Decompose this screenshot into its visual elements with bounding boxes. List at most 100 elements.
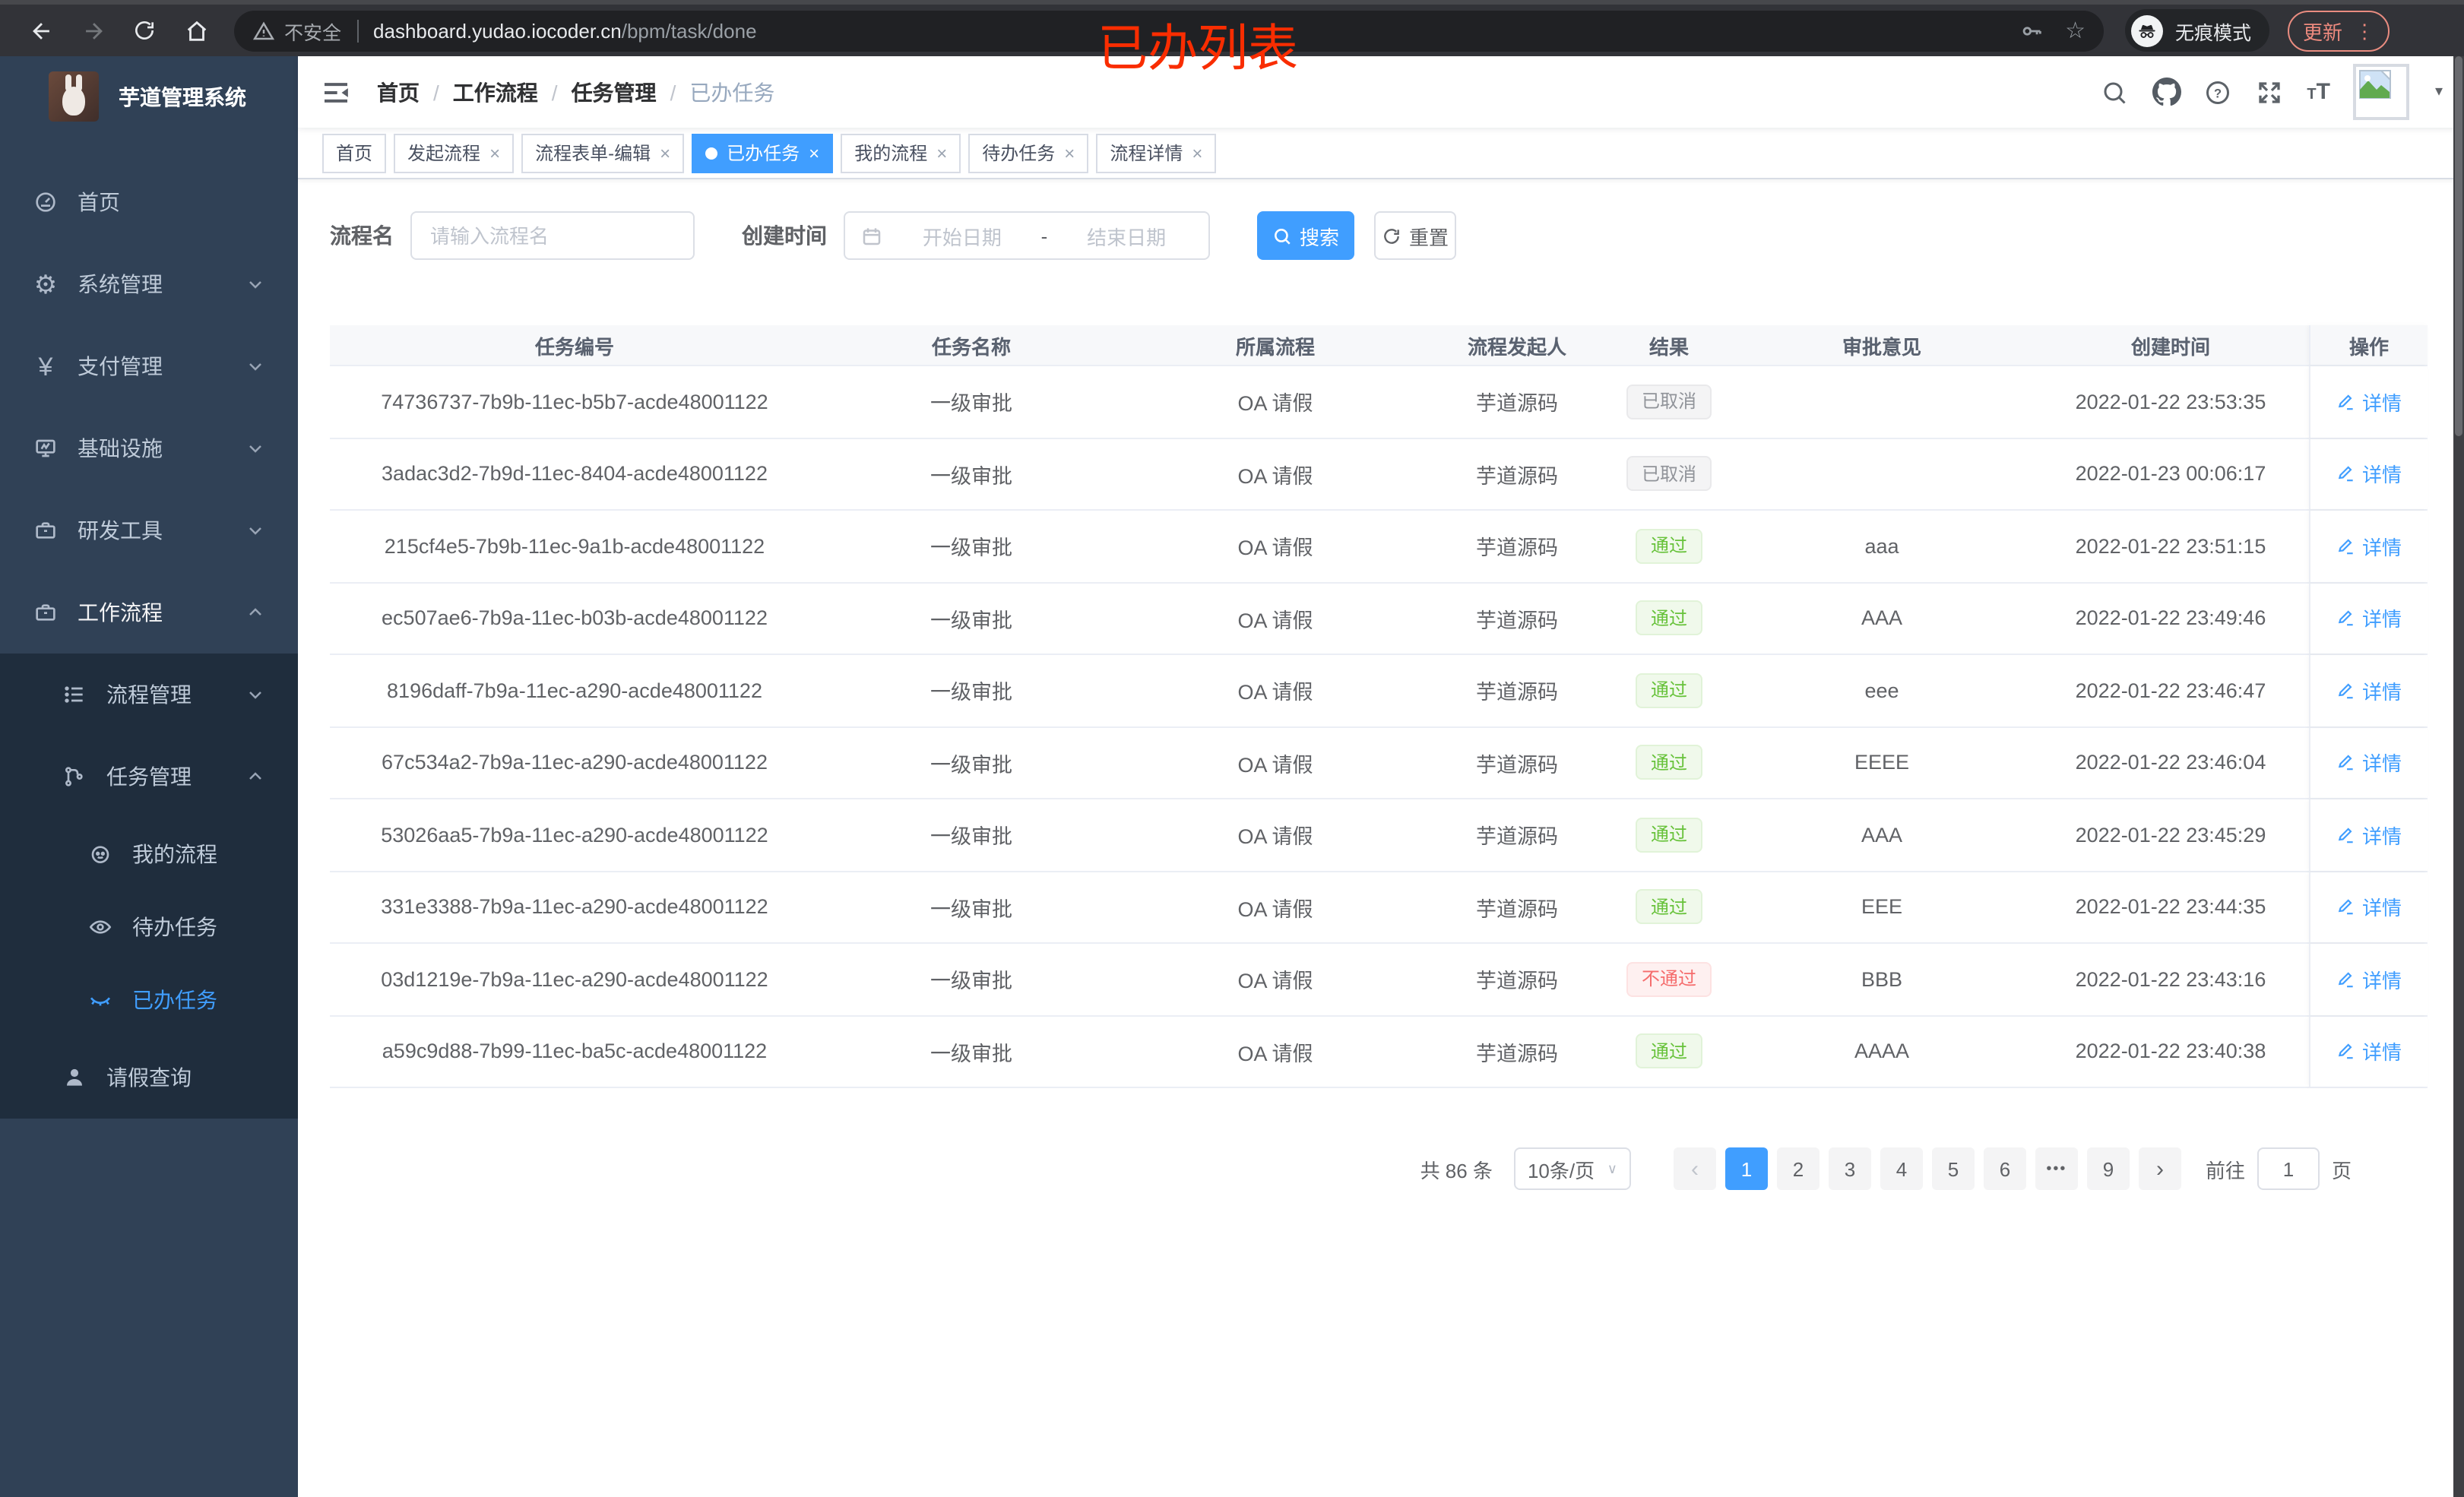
detail-link[interactable]: 详情 <box>2336 676 2402 705</box>
goto-page-input[interactable] <box>2257 1147 2320 1190</box>
close-icon[interactable]: × <box>1064 144 1075 162</box>
page-button-6[interactable]: 6 <box>1983 1147 2026 1190</box>
sidebar-item-infrastructure[interactable]: 基础设施 <box>0 407 298 489</box>
start-date-placeholder[interactable]: 开始日期 <box>895 221 1029 250</box>
close-icon[interactable]: × <box>660 144 670 162</box>
tab-my-process[interactable]: 我的流程 × <box>841 133 961 172</box>
key-icon[interactable] <box>2018 17 2044 43</box>
app-window: 芋道管理系统 首页 ⚙ 系统管理 ¥ 支付管理 基础设施 研发工具 工作流程 流… <box>0 56 2464 1497</box>
tab-form-edit[interactable]: 流程表单-编辑 × <box>521 133 685 172</box>
breadcrumb-home[interactable]: 首页 <box>377 77 420 107</box>
tab-done-tasks[interactable]: 已办任务 × <box>692 133 834 172</box>
breadcrumb-separator: / <box>551 80 558 104</box>
cell-starter: 芋道源码 <box>1476 970 1558 993</box>
url-path[interactable]: /bpm/task/done <box>622 19 757 42</box>
sidebar-item-todo-tasks[interactable]: 待办任务 <box>0 891 298 964</box>
page-button-9[interactable]: 9 <box>2086 1147 2130 1190</box>
chevron-down-icon: ∨ <box>1607 1160 1617 1176</box>
table-row: 215cf4e5-7b9b-11ec-9a1b-acde48001122 一级审… <box>330 511 2428 583</box>
dashboard-icon <box>36 192 55 212</box>
close-icon[interactable]: × <box>1192 144 1202 162</box>
scrollbar-thumb[interactable] <box>2455 56 2462 436</box>
sidebar-item-done-tasks[interactable]: 已办任务 <box>0 964 298 1037</box>
detail-link[interactable]: 详情 <box>2336 965 2402 994</box>
tab-todo-tasks[interactable]: 待办任务 × <box>968 133 1089 172</box>
tab-home[interactable]: 首页 <box>322 133 387 172</box>
sidebar-item-leave-query[interactable]: 请假查询 <box>0 1037 298 1119</box>
breadcrumb: 首页 / 工作流程 / 任务管理 / 已办任务 <box>377 77 774 107</box>
close-icon[interactable]: × <box>489 144 500 162</box>
process-name-input[interactable] <box>410 211 695 260</box>
detail-link[interactable]: 详情 <box>2336 532 2402 561</box>
security-label[interactable]: 不安全 <box>284 16 341 45</box>
date-range-picker[interactable]: 开始日期 - 结束日期 <box>844 211 1210 260</box>
result-badge: 通过 <box>1635 673 1702 708</box>
cell-comment: EEE <box>1861 895 1902 919</box>
breadcrumb-workflow[interactable]: 工作流程 <box>453 77 538 107</box>
page-button-3[interactable]: 3 <box>1828 1147 1871 1190</box>
home-icon <box>186 20 206 40</box>
close-icon[interactable]: × <box>936 144 947 162</box>
url-separator <box>356 19 359 42</box>
breadcrumb-task-mgmt[interactable]: 任务管理 <box>572 77 657 107</box>
app-logo-row[interactable]: 芋道管理系统 <box>0 56 298 137</box>
reset-button[interactable]: 重置 <box>1374 211 1456 260</box>
table-row: ec507ae6-7b9a-11ec-b03b-acde48001122 一级审… <box>330 583 2428 655</box>
table-row: 331e3388-7b9a-11ec-a290-acde48001122 一级审… <box>330 872 2428 944</box>
update-label[interactable]: 更新 <box>2303 16 2342 45</box>
detail-link[interactable]: 详情 <box>2336 1037 2402 1066</box>
browser-home-button[interactable] <box>170 9 222 52</box>
chevron-down-icon <box>249 527 261 535</box>
page-button-2[interactable]: 2 <box>1776 1147 1819 1190</box>
bookmark-star-icon[interactable]: ☆ <box>2065 17 2086 44</box>
tab-process-detail[interactable]: 流程详情 × <box>1096 133 1217 172</box>
detail-link[interactable]: 详情 <box>2336 460 2402 489</box>
search-icon <box>1275 228 1291 244</box>
browser-menu-icon[interactable]: ⋮ <box>2355 21 2374 40</box>
detail-link[interactable]: 详情 <box>2336 748 2402 777</box>
github-link[interactable] <box>2152 78 2181 106</box>
page-size-select[interactable]: 10条/页 ∨ <box>1513 1147 1631 1190</box>
cell-process: OA 请假 <box>1237 609 1313 632</box>
search-button[interactable]: 搜索 <box>1257 211 1354 260</box>
url-host[interactable]: dashboard.yudao.iocoder.cn <box>373 19 622 42</box>
sidebar-item-workflow[interactable]: 工作流程 <box>0 571 298 654</box>
create-time-label: 创建时间 <box>742 223 827 248</box>
next-page-button[interactable]: › <box>2138 1147 2181 1190</box>
fullscreen-button[interactable] <box>2255 78 2284 106</box>
sidebar-item-my-process[interactable]: 我的流程 <box>0 818 298 891</box>
page-button-4[interactable]: 4 <box>1880 1147 1923 1190</box>
page-button-1[interactable]: 1 <box>1724 1147 1768 1190</box>
sidebar-item-home[interactable]: 首页 <box>0 161 298 243</box>
browser-update-button[interactable]: 更新 ⋮ <box>2288 10 2390 51</box>
sidebar-item-dev-tools[interactable]: 研发工具 <box>0 489 298 571</box>
sidebar-item-process-mgmt[interactable]: 流程管理 <box>0 654 298 736</box>
sidebar-item-task-mgmt[interactable]: 任务管理 <box>0 736 298 818</box>
prev-page-button[interactable]: ‹ <box>1673 1147 1716 1190</box>
column-header-created: 创建时间 <box>2130 335 2210 358</box>
chevron-up-icon <box>249 772 261 780</box>
table-header-row: 任务编号 任务名称 所属流程 流程发起人 结果 审批意见 创建时间 操作 <box>330 325 2428 366</box>
help-button[interactable]: ? <box>2203 78 2232 106</box>
cell-created: 2022-01-22 23:40:38 <box>2075 1040 2266 1063</box>
sidebar-item-system-mgmt[interactable]: ⚙ 系统管理 <box>0 243 298 325</box>
browser-scrollbar[interactable] <box>2453 56 2464 1497</box>
close-icon[interactable]: × <box>809 144 819 162</box>
header-search-button[interactable] <box>2100 78 2129 106</box>
tab-start-process[interactable]: 发起流程 × <box>394 133 515 172</box>
page-button-5[interactable]: 5 <box>1931 1147 1975 1190</box>
collapse-sidebar-icon[interactable] <box>321 77 351 107</box>
detail-link[interactable]: 详情 <box>2336 604 2402 633</box>
sidebar-item-payment-mgmt[interactable]: ¥ 支付管理 <box>0 325 298 407</box>
browser-forward-button[interactable] <box>67 9 119 52</box>
detail-link[interactable]: 详情 <box>2336 388 2402 416</box>
detail-link[interactable]: 详情 <box>2336 893 2402 922</box>
browser-reload-button[interactable] <box>119 9 170 52</box>
avatar[interactable] <box>2352 64 2409 120</box>
end-date-placeholder[interactable]: 结束日期 <box>1059 221 1193 250</box>
browser-back-button[interactable] <box>15 9 67 52</box>
avatar-caret-icon[interactable]: ▾ <box>2435 84 2443 100</box>
font-size-button[interactable]: TT <box>2307 79 2330 105</box>
detail-link[interactable]: 详情 <box>2336 821 2402 850</box>
more-pages-button[interactable]: ••• <box>2035 1147 2078 1190</box>
